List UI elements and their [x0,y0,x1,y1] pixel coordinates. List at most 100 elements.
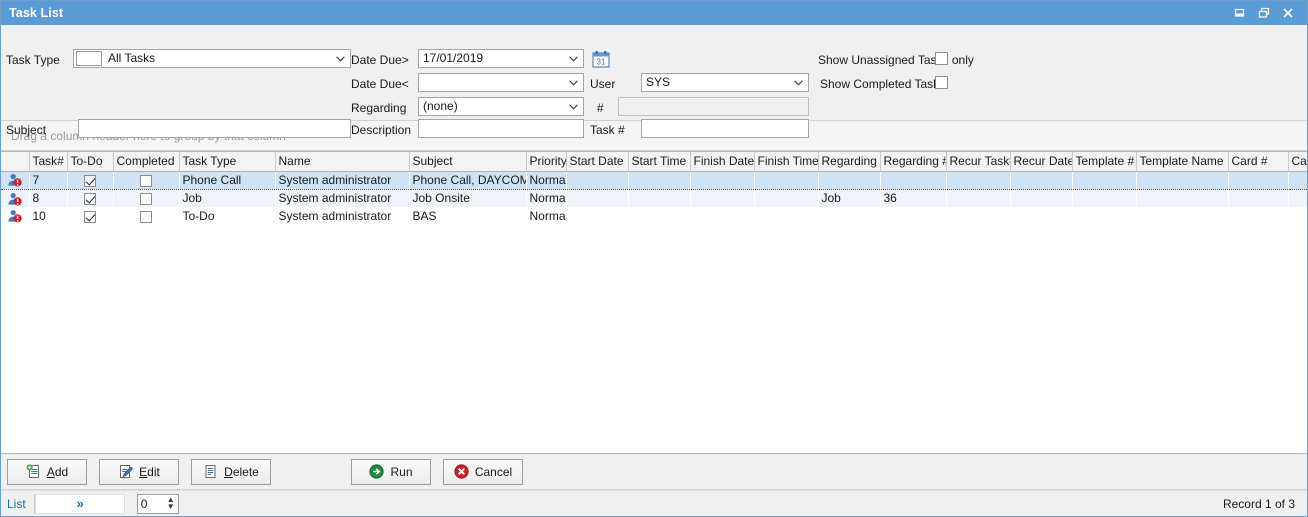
grid-col-task-type[interactable]: Task Type [179,152,275,171]
add-button[interactable]: Add [7,459,87,485]
row-todo-checkbox[interactable] [67,189,113,207]
row-cell-regarding [818,171,880,189]
status-bar: List » 0 ▲ ▼ Record 1 of 3 [1,490,1307,516]
row-cell-finish_time [754,207,818,225]
row-cell-card_name [1288,207,1307,225]
minimize-icon[interactable] [1229,3,1251,23]
row-cell-regarding [818,207,880,225]
grid-col-regarding[interactable]: Regarding [818,152,880,171]
date-due-from-value: 17/01/2019 [421,50,565,67]
task-type-select[interactable]: All Tasks [73,49,351,68]
completed-checkbox[interactable] [140,175,152,187]
grid-col-recur-date[interactable]: Recur Date [1010,152,1072,171]
filter-panel: Task Type All Tasks Date Due> 17/01/2019… [1,25,1307,121]
date-due-from-select[interactable]: 17/01/2019 [418,49,584,68]
record-spinner[interactable]: 0 ▲ ▼ [137,494,179,514]
window-controls [1229,3,1305,23]
todo-checkbox[interactable] [84,211,96,223]
row-cell-subject: Job Onsite [409,189,526,207]
grid-col-template-name[interactable]: Template Name [1136,152,1228,171]
grid-col-priority[interactable]: Priority [526,152,566,171]
row-task-alert-icon [1,207,29,225]
restore-icon[interactable] [1253,3,1275,23]
row-cell-name: System administrator [275,189,409,207]
edit-button-label: Edit [139,465,160,479]
show-completed-checkbox[interactable] [935,76,948,89]
row-cell-priority: Normal [526,171,566,189]
grid-col-finish-time[interactable]: Finish Time [754,152,818,171]
show-completed-label: Show Completed Tasks [820,77,945,91]
next-record-button[interactable]: » [35,494,125,514]
grid-col-recur-task-no[interactable]: Recur Task# [946,152,1010,171]
completed-checkbox[interactable] [140,193,152,205]
close-icon[interactable] [1277,3,1299,23]
grid-col-regarding-no[interactable]: Regarding # [880,152,946,171]
row-cell-subject: BAS [409,207,526,225]
list-tab[interactable]: List [1,494,35,514]
row-completed-checkbox[interactable] [113,171,179,189]
description-input[interactable] [418,119,584,138]
user-select[interactable]: SYS [641,73,809,92]
spinner-arrows-icon[interactable]: ▲ ▼ [167,496,175,510]
row-cell-recur_task_no [946,189,1010,207]
row-cell-finish_date [690,171,754,189]
completed-checkbox[interactable] [140,211,152,223]
task-number-input[interactable] [641,119,809,138]
grid-col-todo[interactable]: To-Do [67,152,113,171]
row-cell-regarding: Job [818,189,880,207]
subject-label: Subject [6,123,46,137]
grid-col-subject[interactable]: Subject [409,152,526,171]
cancel-button[interactable]: Cancel [443,459,523,485]
grid-col-start-time[interactable]: Start Time [628,152,690,171]
todo-checkbox[interactable] [84,175,96,187]
table-row[interactable]: 8JobSystem administratorJob OnsiteNormal… [1,189,1307,207]
row-cell-name: System administrator [275,171,409,189]
grid-col-template-no[interactable]: Template # [1072,152,1136,171]
edit-button[interactable]: Edit [99,459,179,485]
grid-col-completed[interactable]: Completed [113,152,179,171]
task-type-label: Task Type [6,53,60,67]
row-cell-regarding_no: 36 [880,189,946,207]
calendar-icon[interactable]: 31 [592,50,610,71]
spinner-down-icon[interactable]: ▼ [167,503,175,510]
row-cell-start_date [566,207,628,225]
regarding-number-input[interactable] [618,97,809,116]
run-button[interactable]: Run [351,459,431,485]
row-cell-recur_date [1010,207,1072,225]
row-cell-start_date [566,171,628,189]
action-button-bar: Add Edit Delete [1,454,1307,490]
row-cell-template_name [1136,189,1228,207]
table-row[interactable]: 7Phone CallSystem administratorPhone Cal… [1,171,1307,189]
subject-input[interactable] [78,119,351,138]
row-cell-card_name [1288,189,1307,207]
regarding-select[interactable]: (none) [418,97,584,116]
calendar-day-text: 31 [597,58,606,67]
grid-col-task-no[interactable]: Task# [29,152,67,171]
grid-col-start-date[interactable]: Start Date [566,152,628,171]
grid-col-icon[interactable] [1,152,29,171]
row-cell-template_no [1072,189,1136,207]
row-todo-checkbox[interactable] [67,207,113,225]
date-due-to-select[interactable] [418,73,584,92]
table-row[interactable]: 10To-DoSystem administratorBASNormal [1,207,1307,225]
row-cell-template_no [1072,207,1136,225]
grid-col-card-name[interactable]: Card Name [1288,152,1307,171]
row-cell-start_time [628,171,690,189]
row-cell-template_name [1136,207,1228,225]
row-cell-task_no: 7 [29,171,67,189]
description-label: Description [351,123,411,137]
document-edit-icon [118,464,133,479]
row-cell-finish_time [754,189,818,207]
grid-col-name[interactable]: Name [275,152,409,171]
row-cell-card_no [1228,171,1288,189]
grid-body: 7Phone CallSystem administratorPhone Cal… [1,171,1307,225]
todo-checkbox[interactable] [84,193,96,205]
row-completed-checkbox[interactable] [113,207,179,225]
show-unassigned-checkbox[interactable] [935,52,948,65]
window-title: Task List [9,6,1229,20]
grid-col-card-no[interactable]: Card # [1228,152,1288,171]
delete-button[interactable]: Delete [191,459,271,485]
row-completed-checkbox[interactable] [113,189,179,207]
row-todo-checkbox[interactable] [67,171,113,189]
grid-col-finish-date[interactable]: Finish Date [690,152,754,171]
